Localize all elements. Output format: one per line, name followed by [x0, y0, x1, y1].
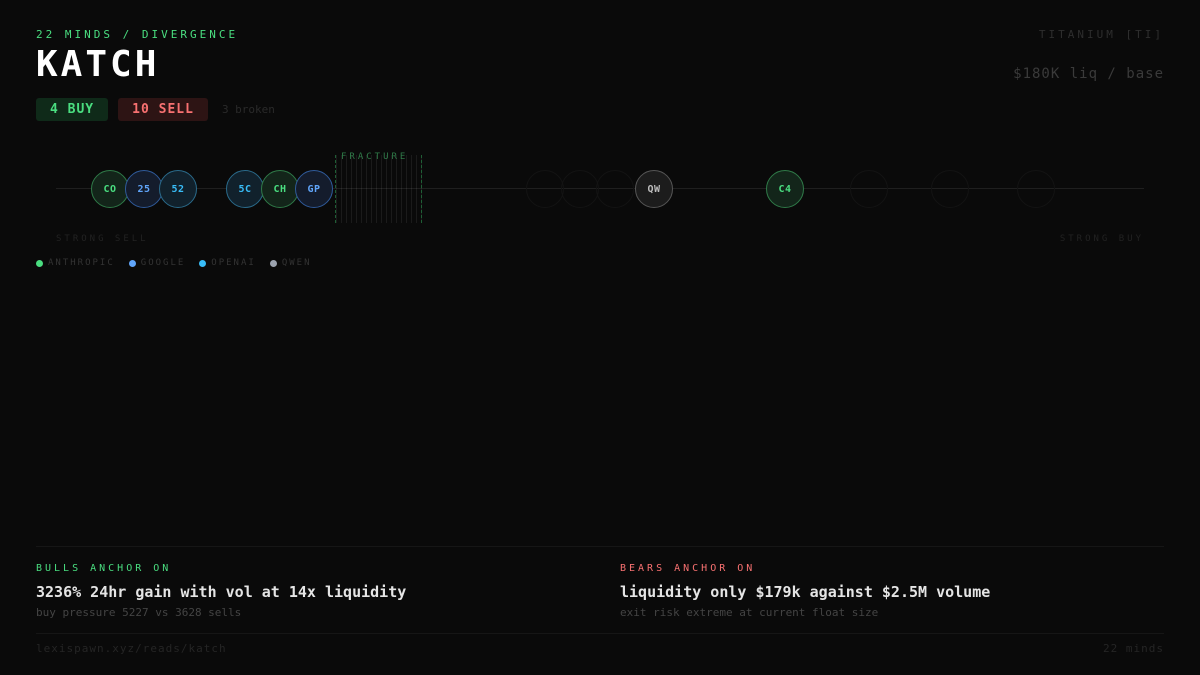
ghost-node: [561, 170, 599, 208]
node-label: CH: [273, 183, 287, 195]
strong-buy-label: STRONG BUY: [1059, 234, 1144, 244]
legend-dot: [269, 259, 277, 267]
legend-label: GOOGLE: [140, 258, 186, 268]
node-label: CO: [103, 183, 117, 195]
legend-label: OPENAI: [211, 258, 256, 268]
node-label: 52: [171, 183, 185, 195]
bears-anchor: BEARS ANCHOR ON liquidity only $179k aga…: [620, 563, 1140, 619]
ghost-node: [931, 170, 969, 208]
ghost-node: [850, 170, 888, 208]
strong-sell-label: STRONG SELL: [56, 234, 149, 244]
page-title: KATCH: [36, 44, 160, 85]
footer-url[interactable]: lexispawn.xyz/reads/katch: [36, 642, 227, 655]
legend-label: QWEN: [281, 258, 312, 268]
footer-divider: [36, 633, 1164, 634]
legend-dot: [128, 259, 136, 267]
broken-count: 3 broken: [221, 103, 275, 116]
model-node[interactable]: QW: [635, 170, 673, 208]
bulls-anchor: BULLS ANCHOR ON 3236% 24hr gain with vol…: [36, 563, 556, 619]
model-node[interactable]: 5C: [226, 170, 264, 208]
fracture-zone: [335, 155, 422, 223]
legend-item: GOOGLE: [128, 258, 186, 268]
model-family-legend: ANTHROPIC GOOGLE OPENAI QWEN: [36, 258, 312, 268]
asset-label: TITANIUM [TI]: [1038, 28, 1164, 41]
bulls-headline: 3236% 24hr gain with vol at 14x liquidit…: [36, 583, 407, 601]
legend-item: OPENAI: [199, 258, 256, 268]
ghost-node: [1017, 170, 1055, 208]
divergence-track: FRACTURE CO 25 52 5C CH GP QW C4 STRONG …: [0, 140, 1200, 250]
ghost-node: [526, 170, 564, 208]
ghost-node: [596, 170, 634, 208]
model-node[interactable]: C4: [766, 170, 804, 208]
footer-count: 22 minds: [1103, 642, 1164, 655]
legend-label: ANTHROPIC: [48, 258, 115, 268]
model-node[interactable]: 25: [125, 170, 163, 208]
fracture-label: FRACTURE: [341, 152, 409, 162]
buy-count-badge: 4 BUY: [36, 98, 109, 121]
verdict-badges: 4 BUY 10 SELL 3 broken: [36, 98, 275, 121]
node-label: QW: [647, 183, 661, 195]
bears-detail: exit risk extreme at current float size: [620, 606, 879, 619]
sell-count-badge: 10 SELL: [118, 98, 208, 121]
node-label: C4: [778, 183, 792, 195]
legend-dot: [199, 259, 207, 267]
legend-item: ANTHROPIC: [36, 258, 115, 268]
bulls-detail: buy pressure 5227 vs 3628 sells: [36, 606, 242, 619]
bears-kicker: BEARS ANCHOR ON: [620, 563, 756, 574]
section-divider: [36, 546, 1164, 547]
bulls-kicker: BULLS ANCHOR ON: [36, 563, 172, 574]
model-node[interactable]: GP: [295, 170, 333, 208]
model-node[interactable]: CO: [91, 170, 129, 208]
node-label: 25: [137, 183, 151, 195]
legend-dot: [36, 259, 43, 267]
model-node[interactable]: CH: [261, 170, 299, 208]
model-node[interactable]: 52: [159, 170, 197, 208]
liquidity-label: $180K liq / base: [1013, 66, 1164, 82]
bears-headline: liquidity only $179k against $2.5M volum…: [620, 583, 991, 601]
kicker: 22 MINDS / DIVERGENCE: [36, 28, 239, 41]
node-label: 5C: [238, 183, 252, 195]
legend-item: QWEN: [269, 258, 312, 268]
node-label: GP: [307, 183, 321, 195]
